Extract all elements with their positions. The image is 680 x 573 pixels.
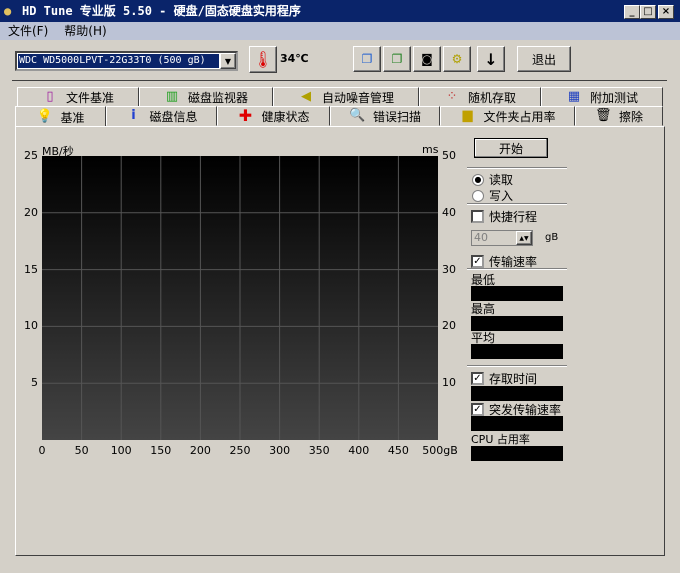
x-tick-label: 450	[387, 444, 409, 457]
benchmark-chart	[42, 156, 438, 440]
write-label: 写入	[489, 189, 514, 203]
y-tick-label: 10	[24, 319, 38, 333]
unit-label: gB	[545, 232, 559, 243]
x-tick-label: 350	[308, 444, 330, 457]
y2-tick-label: 30	[442, 262, 456, 276]
cpu-value	[471, 446, 563, 461]
divider	[467, 203, 567, 205]
y2-tick-label: 20	[442, 319, 456, 333]
y2-tick-label: 40	[442, 205, 456, 219]
x-tick-label: 250	[229, 444, 251, 457]
divider	[467, 365, 567, 367]
max-label: 最高	[471, 302, 496, 316]
checkmark-icon: ✓	[471, 372, 484, 385]
x-tick-label: 100	[110, 444, 132, 457]
x-tick-label: 150	[150, 444, 172, 457]
access-time-label: 存取时间	[489, 372, 538, 386]
checkmark-icon: ✓	[471, 255, 484, 268]
divider	[467, 268, 567, 270]
min-value	[471, 286, 563, 301]
y-tick-label: 5	[31, 376, 38, 390]
y-tick-label: 25	[24, 149, 38, 162]
short-stroke-label: 快捷行程	[489, 210, 538, 224]
read-radio[interactable]: ● 读取	[472, 171, 513, 188]
y2-tick-label: 50	[442, 149, 456, 162]
x-tick-label: 400	[348, 444, 370, 457]
radio-icon	[472, 189, 484, 202]
read-label: 读取	[489, 173, 514, 187]
x-tick-label: 500gB	[422, 444, 458, 457]
checkbox-icon	[471, 210, 484, 223]
x-tick-label: 50	[74, 444, 89, 457]
y-tick-label: 15	[24, 262, 38, 276]
cpu-label: CPU 占用率	[471, 433, 530, 446]
x-tick-label: 0	[38, 444, 46, 457]
y-tick-label: 20	[24, 205, 38, 219]
start-button[interactable]: 开始	[474, 138, 548, 158]
short-stroke-checkbox[interactable]: 快捷行程	[471, 208, 537, 225]
spin-button[interactable]: ▲▼	[516, 231, 532, 245]
x-tick-label: 300	[269, 444, 291, 457]
write-radio[interactable]: 写入	[472, 187, 513, 204]
access-time-checkbox[interactable]: ✓ 存取时间	[471, 370, 537, 387]
access-time-value	[471, 386, 563, 401]
burst-rate-value	[471, 416, 563, 431]
radio-selected-icon: ●	[472, 173, 484, 186]
y2-tick-label: 10	[442, 376, 456, 390]
checkmark-icon: ✓	[471, 403, 484, 416]
avg-value	[471, 344, 563, 359]
divider	[467, 167, 567, 169]
x-tick-label: 200	[189, 444, 211, 457]
